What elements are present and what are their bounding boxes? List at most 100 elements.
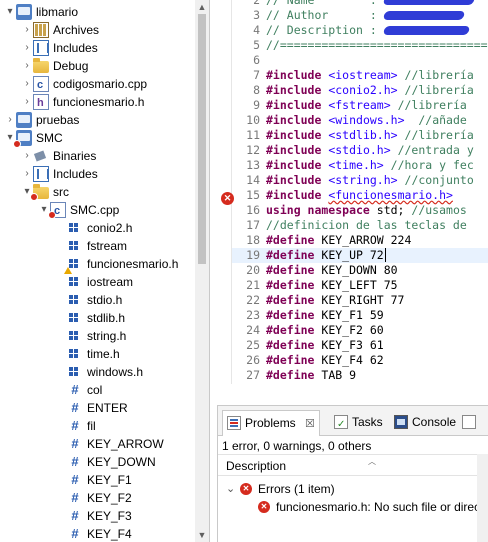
- tree-item[interactable]: fstream: [55, 237, 127, 255]
- expand-chevron-icon[interactable]: ›: [21, 57, 33, 75]
- expand-chevron-icon[interactable]: ›: [21, 21, 33, 39]
- code-line[interactable]: 12 #include <stdio.h> //entrada y: [232, 143, 488, 158]
- tree-item[interactable]: iostream: [55, 273, 133, 291]
- tree-item[interactable]: # ENTER: [55, 399, 127, 417]
- tree-item[interactable]: # col: [55, 381, 102, 399]
- problems-summary: 1 error, 0 warnings, 0 others: [222, 439, 372, 453]
- code-line[interactable]: 14 #include <string.h> //conjunto: [232, 173, 488, 188]
- expand-chevron-icon[interactable]: ›: [21, 93, 33, 111]
- tree-item[interactable]: ▾ libmario: [4, 3, 78, 21]
- code-token: #define: [266, 293, 315, 307]
- code-line[interactable]: 19 #define KEY_UP 72​: [232, 248, 488, 263]
- line-number: 21: [246, 278, 260, 292]
- code-line[interactable]: 13 #include <time.h> //hora y fec: [232, 158, 488, 173]
- code-token: //conjunto: [404, 173, 474, 187]
- sort-caret-icon[interactable]: ︿: [368, 456, 376, 467]
- code-token: //añade: [418, 113, 467, 127]
- tree-item[interactable]: › Binaries: [21, 147, 96, 165]
- tree-item[interactable]: # KEY_F4: [55, 525, 131, 542]
- explorer-scrollbar[interactable]: ▲ ▼: [195, 0, 209, 542]
- code-token: KEY_F2 60: [314, 323, 384, 337]
- code-line[interactable]: 22 #define KEY_RIGHT 77: [232, 293, 488, 308]
- code-line[interactable]: 23 #define KEY_F1 59: [232, 308, 488, 323]
- problems-scrollbar[interactable]: [477, 454, 488, 542]
- tree-item[interactable]: # KEY_DOWN: [55, 453, 155, 471]
- tree-item[interactable]: › Includes: [21, 165, 98, 183]
- tab-properties[interactable]: [458, 410, 480, 436]
- expand-chevron-icon: [55, 525, 67, 542]
- tree-item[interactable]: time.h: [55, 345, 120, 363]
- tree-item[interactable]: stdlib.h: [55, 309, 125, 327]
- code-line[interactable]: 16 using namespace std; //usamos: [232, 203, 488, 218]
- tree-item[interactable]: stdio.h: [55, 291, 122, 309]
- code-token: KEY_F1 59: [314, 308, 384, 322]
- line-number: 17: [246, 218, 260, 232]
- expand-chevron-icon[interactable]: ›: [21, 147, 33, 165]
- code-line[interactable]: 20 #define KEY_DOWN 80: [232, 263, 488, 278]
- code-line[interactable]: 25 #define KEY_F3 61: [232, 338, 488, 353]
- code-line[interactable]: 4 // Description :: [232, 23, 488, 38]
- error-item-row[interactable]: ✕ funcionesmario.h: No such file or dire…: [258, 498, 483, 516]
- expand-chevron-icon[interactable]: ›: [4, 111, 16, 129]
- code-line[interactable]: 18 #define KEY_ARROW 224: [232, 233, 488, 248]
- code-token: KEY_UP 72: [314, 248, 384, 262]
- scroll-up-arrow-icon[interactable]: ▲: [195, 0, 209, 14]
- code-editor[interactable]: ✕ 2// Name : 3// Author : 4// Descriptio…: [210, 0, 488, 384]
- code-line[interactable]: 27 #define TAB 9: [232, 368, 488, 383]
- code-line[interactable]: 11 #include <stdlib.h> //librería: [232, 128, 488, 143]
- explorer-scrollbar-thumb[interactable]: [198, 14, 206, 264]
- redacted-scribble: [382, 26, 470, 35]
- tree-item[interactable]: › funcionesmario.h: [21, 93, 144, 112]
- tree-item[interactable]: › Debug: [21, 57, 88, 75]
- code-line[interactable]: 21 #define KEY_LEFT 75: [232, 278, 488, 293]
- code-line[interactable]: 17 //definicion de las teclas de: [232, 218, 488, 233]
- close-tab-icon[interactable]: ☒: [305, 418, 315, 430]
- tab-console[interactable]: Console: [390, 410, 460, 436]
- expand-chevron-icon: [55, 363, 67, 381]
- expand-chevron-icon[interactable]: ›: [21, 165, 33, 183]
- tree-item[interactable]: funcionesmario.h: [55, 255, 178, 274]
- chevron-down-icon[interactable]: ⌄: [226, 480, 240, 498]
- tree-item[interactable]: › Includes: [21, 39, 98, 57]
- expand-chevron-icon[interactable]: ›: [21, 75, 33, 93]
- tree-item[interactable]: › pruebas: [4, 111, 79, 129]
- code-line[interactable]: 3 // Author :: [232, 8, 488, 23]
- code-line[interactable]: 7 #include <iostream> //librería: [232, 68, 488, 83]
- code-line[interactable]: 2 // Name :: [232, 0, 488, 8]
- code-token: KEY_LEFT 75: [314, 278, 398, 292]
- code-token: KEY_F3 61: [314, 338, 384, 352]
- column-description[interactable]: Description: [226, 459, 286, 473]
- tree-item[interactable]: conio2.h: [55, 219, 132, 237]
- tree-item[interactable]: # KEY_F2: [55, 489, 131, 507]
- code-line[interactable]: 5 //=====================================…: [232, 38, 488, 53]
- tree-item[interactable]: › codigosmario.cpp: [21, 75, 147, 94]
- tree-item[interactable]: ▾ SMC: [4, 129, 63, 148]
- expand-chevron-icon: [55, 327, 67, 345]
- code-token: #include: [266, 173, 322, 187]
- tab-tasks[interactable]: Tasks: [330, 410, 387, 437]
- expand-chevron-open-icon[interactable]: ▾: [4, 3, 16, 21]
- tree-item[interactable]: string.h: [55, 327, 126, 345]
- errors-group-row[interactable]: ⌄ ✕ Errors (1 item): [226, 480, 335, 498]
- tree-item[interactable]: # fil: [55, 417, 95, 435]
- tab-problems[interactable]: Problems ☒: [222, 410, 320, 436]
- tree-item[interactable]: › Archives: [21, 21, 99, 39]
- scroll-down-arrow-icon[interactable]: ▼: [195, 528, 209, 542]
- expand-chevron-icon: [55, 471, 67, 489]
- tree-item[interactable]: # KEY_F1: [55, 471, 131, 489]
- code-line[interactable]: 24 #define KEY_F2 60: [232, 323, 488, 338]
- tree-item[interactable]: ▾SMC.cpp: [38, 201, 119, 220]
- tree-item[interactable]: # KEY_ARROW: [55, 435, 163, 453]
- project-icon: [16, 112, 32, 128]
- tree-item[interactable]: # KEY_F3: [55, 507, 131, 525]
- code-line[interactable]: 26 #define KEY_F4 62: [232, 353, 488, 368]
- expand-chevron-icon[interactable]: ›: [21, 39, 33, 57]
- code-line[interactable]: 8 #include <conio2.h> //librería: [232, 83, 488, 98]
- code-line[interactable]: 6: [232, 53, 488, 68]
- code-line[interactable]: 9 #include <fstream> //librería: [232, 98, 488, 113]
- code-line[interactable]: 10 #include <windows.h> //añade: [232, 113, 488, 128]
- tree-item[interactable]: ▾ src: [21, 183, 69, 201]
- code-line[interactable]: 15 #include <funcionesmario.h>: [232, 188, 488, 203]
- problems-table-header: ︿ Description: [218, 454, 488, 476]
- tree-item[interactable]: windows.h: [55, 363, 143, 381]
